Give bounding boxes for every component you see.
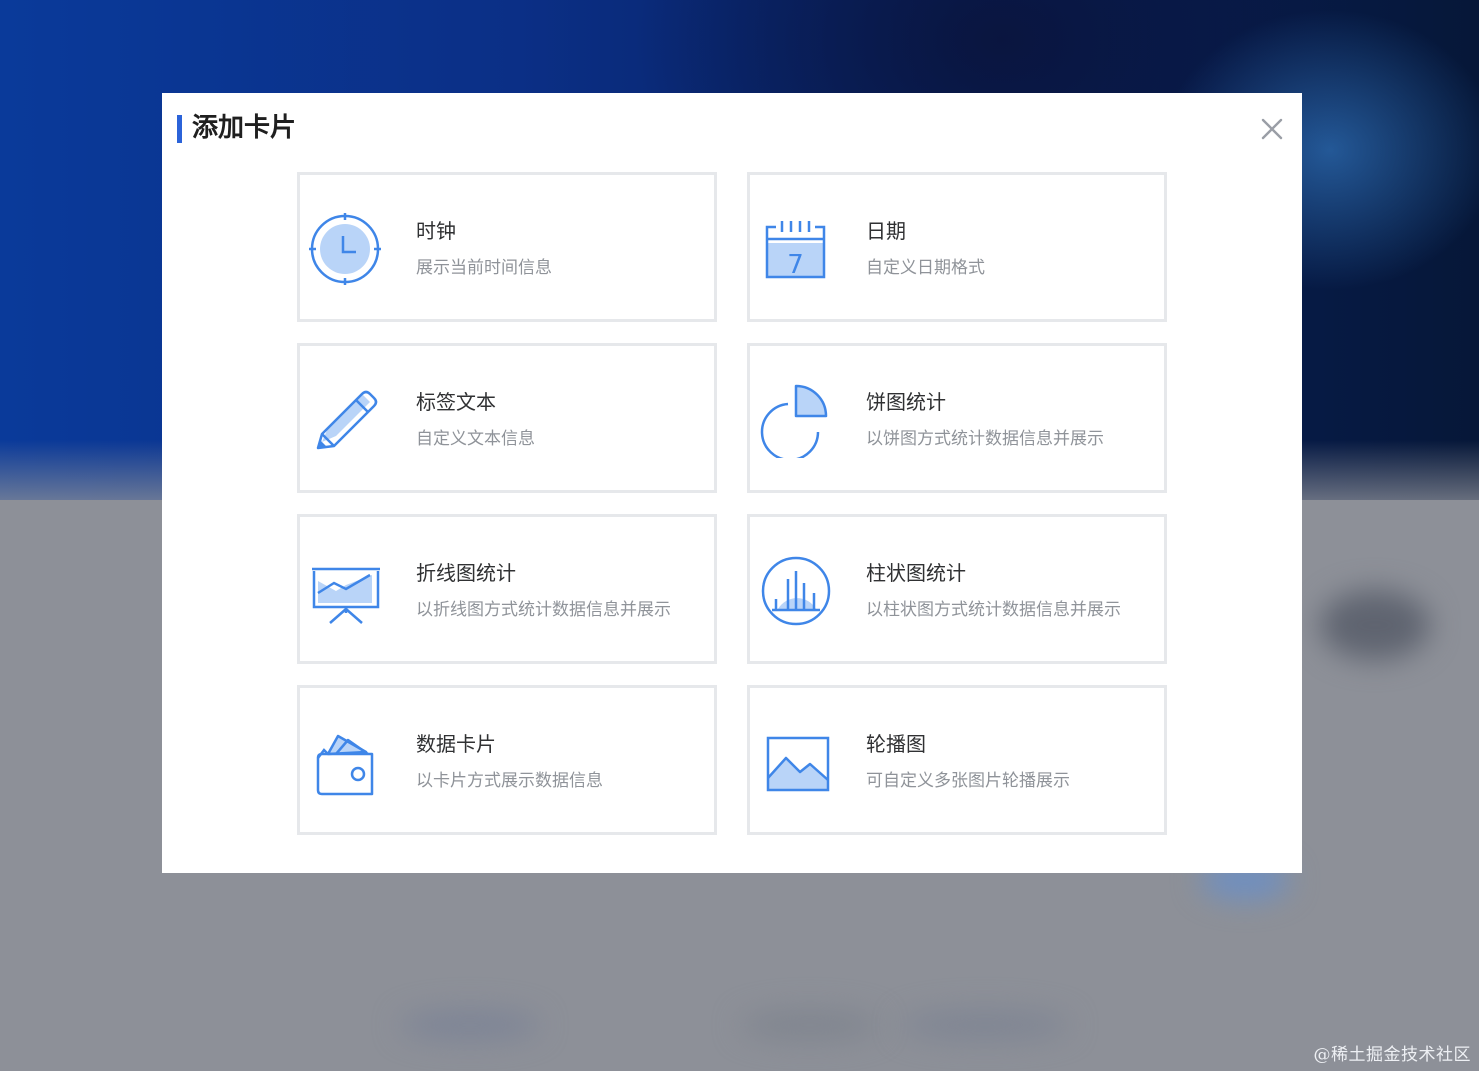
card-description: 以卡片方式展示数据信息 — [416, 771, 603, 791]
close-icon — [1261, 118, 1283, 140]
clock-icon — [308, 211, 384, 287]
close-button[interactable] — [1258, 115, 1286, 143]
blurred-shape — [400, 1010, 540, 1040]
calendar-day-number: 7 — [787, 250, 804, 280]
title-accent-bar — [177, 115, 182, 143]
card-title: 柱状图统计 — [866, 561, 966, 585]
card-grid: 时钟 展示当前时间信息 7 日期 自定义日期格式 标签文本 自定义文本信息 饼图… — [297, 172, 1167, 835]
card-description: 自定义日期格式 — [866, 258, 985, 278]
card-description: 展示当前时间信息 — [416, 258, 552, 278]
card-bar-chart[interactable]: 柱状图统计 以柱状图方式统计数据信息并展示 — [747, 514, 1167, 664]
blurred-shape — [1320, 590, 1430, 660]
blurred-shape — [900, 1010, 1070, 1040]
card-description: 以折线图方式统计数据信息并展示 — [416, 600, 671, 620]
blurred-shape — [740, 1010, 880, 1040]
card-title: 轮播图 — [866, 732, 926, 756]
bar-chart-icon — [758, 553, 834, 629]
watermark: @稀土掘金技术社区 — [1313, 1045, 1471, 1065]
card-data-card[interactable]: 数据卡片 以卡片方式展示数据信息 — [297, 685, 717, 835]
card-pie-chart[interactable]: 饼图统计 以饼图方式统计数据信息并展示 — [747, 343, 1167, 493]
card-description: 以柱状图方式统计数据信息并展示 — [866, 600, 1121, 620]
card-title: 数据卡片 — [416, 732, 496, 756]
wallet-icon — [308, 724, 384, 800]
pencil-icon — [308, 382, 384, 458]
card-date[interactable]: 7 日期 自定义日期格式 — [747, 172, 1167, 322]
dialog-title: 添加卡片 — [192, 113, 297, 143]
card-line-chart[interactable]: 折线图统计 以折线图方式统计数据信息并展示 — [297, 514, 717, 664]
add-card-dialog: 添加卡片 时钟 展示当前时间信息 7 日期 自定义日期格式 标签文本 自定义文本… — [162, 93, 1302, 873]
image-icon — [758, 724, 834, 800]
calendar-icon: 7 — [758, 211, 834, 287]
card-title: 标签文本 — [416, 390, 496, 414]
card-carousel[interactable]: 轮播图 可自定义多张图片轮播展示 — [747, 685, 1167, 835]
pie-chart-icon — [758, 382, 834, 458]
card-title: 饼图统计 — [866, 390, 946, 414]
line-chart-icon — [308, 553, 384, 629]
dialog-header: 添加卡片 — [162, 93, 1302, 165]
card-title: 折线图统计 — [416, 561, 516, 585]
card-label-text[interactable]: 标签文本 自定义文本信息 — [297, 343, 717, 493]
card-title: 日期 — [866, 219, 906, 243]
card-clock[interactable]: 时钟 展示当前时间信息 — [297, 172, 717, 322]
card-description: 可自定义多张图片轮播展示 — [866, 771, 1070, 791]
card-description: 以饼图方式统计数据信息并展示 — [866, 429, 1104, 449]
card-description: 自定义文本信息 — [416, 429, 535, 449]
card-title: 时钟 — [416, 219, 456, 243]
